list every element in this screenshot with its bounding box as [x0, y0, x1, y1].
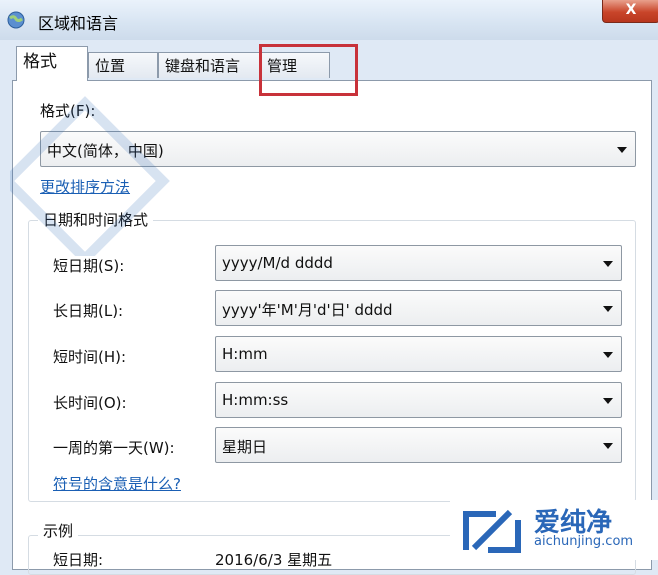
- chevron-down-icon: [603, 352, 613, 358]
- tab-keyboards-languages[interactable]: 键盘和语言: [158, 52, 260, 78]
- chevron-down-icon: [603, 398, 613, 404]
- short-date-value: yyyy/M/d dddd: [222, 254, 333, 272]
- watermark: 爱纯净 aichunjing.com: [450, 500, 658, 560]
- symbols-help-link[interactable]: 符号的含意是什么?: [53, 473, 181, 494]
- first-day-value: 星期日: [222, 438, 268, 456]
- first-day-label: 一周的第一天(W):: [53, 439, 175, 457]
- long-date-label: 长日期(L):: [53, 302, 124, 320]
- highlight-box: [259, 44, 358, 96]
- close-icon: X: [625, 2, 637, 18]
- long-date-value: yyyy'年'M'月'd'日' dddd: [222, 301, 393, 319]
- title-bar: 区域和语言 X: [0, 0, 658, 40]
- short-date-select[interactable]: yyyy/M/d dddd: [215, 245, 622, 281]
- watermark-url: aichunjing.com: [534, 534, 634, 549]
- tab-location[interactable]: 位置: [88, 52, 158, 78]
- tab-keyboards-label: 键盘和语言: [165, 57, 241, 75]
- tab-format[interactable]: 格式: [16, 46, 88, 81]
- tab-format-label: 格式: [23, 52, 57, 72]
- watermark-faint-logo: [10, 96, 170, 256]
- short-time-value: H:mm: [222, 345, 268, 363]
- first-day-select[interactable]: 星期日: [215, 427, 622, 463]
- short-time-select[interactable]: H:mm: [215, 336, 622, 372]
- long-date-select[interactable]: yyyy'年'M'月'd'日' dddd: [215, 290, 622, 326]
- long-time-value: H:mm:ss: [222, 391, 289, 409]
- globe-icon: [7, 11, 25, 29]
- short-time-label: 短时间(H):: [53, 348, 127, 366]
- watermark-logo-icon: [463, 509, 521, 553]
- short-date-label: 短日期(S):: [53, 257, 125, 275]
- chevron-down-icon: [603, 443, 613, 449]
- tab-location-label: 位置: [95, 57, 126, 75]
- window-title: 区域和语言: [38, 14, 119, 33]
- long-time-select[interactable]: H:mm:ss: [215, 382, 622, 418]
- close-button[interactable]: X: [602, 0, 658, 23]
- chevron-down-icon: [617, 147, 627, 153]
- example-group-title: 示例: [38, 520, 79, 541]
- chevron-down-icon: [603, 306, 613, 312]
- chevron-down-icon: [603, 261, 613, 267]
- long-time-label: 长时间(O):: [53, 394, 127, 412]
